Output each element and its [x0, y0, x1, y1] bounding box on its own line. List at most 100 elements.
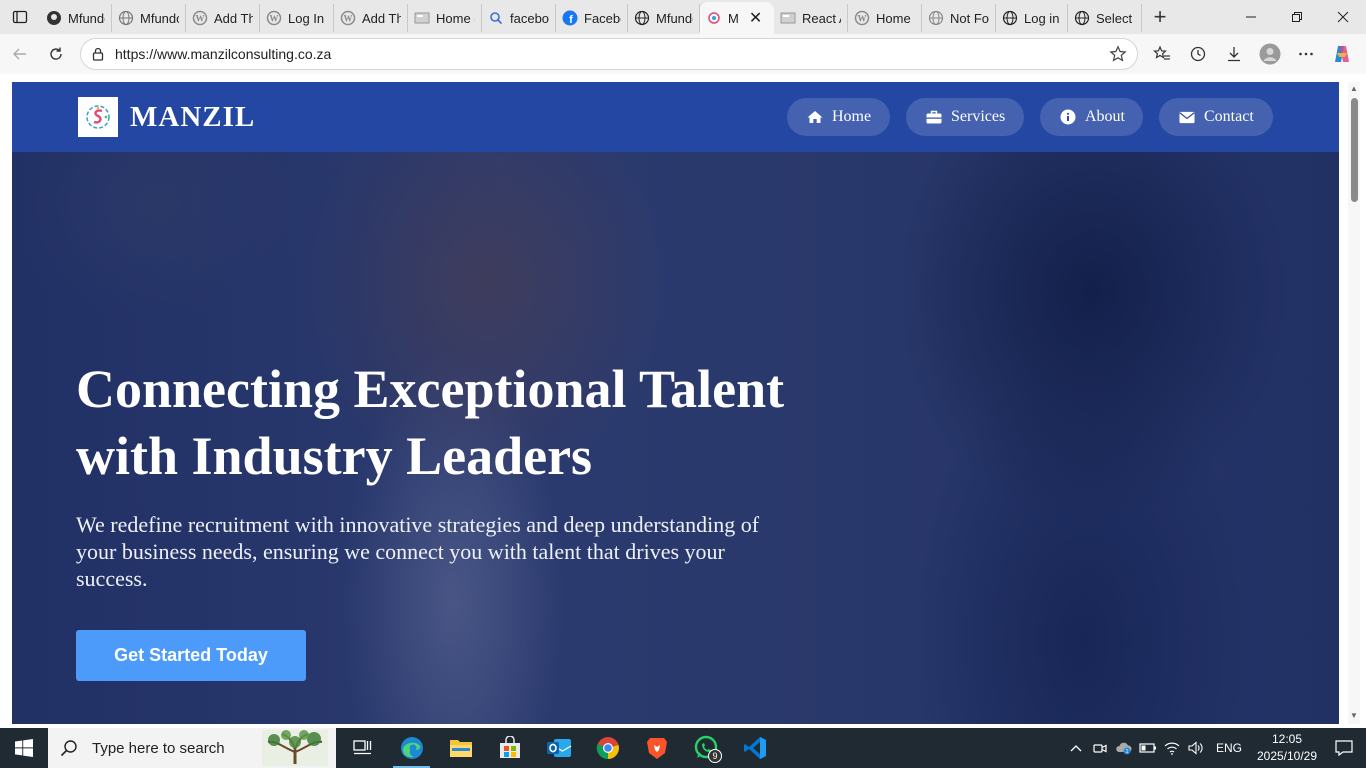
close-window-button[interactable]	[1320, 0, 1366, 34]
copilot-button[interactable]	[1324, 36, 1360, 72]
tab-actions-button[interactable]	[0, 0, 40, 34]
tab-0[interactable]: Mfundo	[40, 4, 112, 32]
browser-toolbar: https://www.manzilconsulting.co.za	[0, 34, 1366, 74]
system-tray: 1 ENG 12:05 2025/10/29	[1064, 728, 1366, 768]
meet-now-button[interactable]	[1088, 728, 1112, 768]
whatsapp-app[interactable]: 9	[681, 728, 730, 768]
refresh-button[interactable]	[38, 36, 74, 72]
nav-label: About	[1085, 108, 1125, 125]
clock-date: 2025/10/29	[1256, 749, 1318, 763]
wordpress-icon: W	[266, 10, 282, 26]
favorite-star-icon[interactable]	[1109, 45, 1127, 68]
tab-10[interactable]: React A	[774, 4, 848, 32]
back-button[interactable]	[2, 36, 38, 72]
outlook-app[interactable]	[534, 728, 583, 768]
settings-more-button[interactable]	[1288, 36, 1324, 72]
nav-contact[interactable]: Contact	[1159, 98, 1273, 136]
profile-button[interactable]	[1252, 36, 1288, 72]
svg-text:f: f	[569, 14, 573, 26]
store-app[interactable]	[485, 728, 534, 768]
lock-icon[interactable]	[91, 47, 105, 61]
tab-13[interactable]: Log in	[996, 4, 1068, 32]
svg-text:W: W	[270, 14, 279, 24]
notifications-button[interactable]	[1322, 728, 1366, 768]
scroll-thumb[interactable]	[1351, 98, 1358, 202]
site-logo[interactable]	[78, 97, 118, 137]
windows-taskbar: Type here to search 9 1 ENG 12:05 2025/1…	[0, 728, 1366, 768]
tab-label: Not Fo	[950, 10, 989, 26]
scroll-up-icon[interactable]: ▲	[1350, 84, 1358, 93]
tab-1[interactable]: Mfundo	[112, 4, 186, 32]
tab-12[interactable]: Not Fo	[922, 4, 996, 32]
download-icon	[1228, 47, 1240, 62]
nav-about[interactable]: About	[1040, 98, 1143, 136]
tab-3[interactable]: W Log In	[260, 4, 334, 32]
tab-label: Select c	[1096, 10, 1135, 26]
show-hidden-icons-button[interactable]	[1064, 728, 1088, 768]
downloads-button[interactable]	[1216, 36, 1252, 72]
tab-active[interactable]: M ✕	[700, 2, 774, 34]
globe-icon	[634, 10, 650, 26]
clock[interactable]: 12:05 2025/10/29	[1252, 731, 1322, 765]
nav-home[interactable]: Home	[787, 98, 890, 136]
svg-text:1: 1	[1126, 749, 1129, 755]
tab-label: facebo	[510, 10, 549, 26]
wifi-icon	[1164, 742, 1180, 755]
tab-8[interactable]: Mfundo	[628, 4, 700, 32]
history-icon	[1190, 46, 1206, 62]
restore-icon	[1292, 12, 1302, 22]
tab-11[interactable]: W Home	[848, 4, 922, 32]
page-icon	[414, 10, 430, 26]
brand-name[interactable]: MANZIL	[130, 101, 255, 134]
globe-icon	[928, 10, 944, 26]
address-bar[interactable]: https://www.manzilconsulting.co.za	[80, 38, 1138, 70]
brave-app[interactable]	[632, 728, 681, 768]
github-icon	[46, 10, 62, 26]
tab-14[interactable]: Select c	[1068, 4, 1142, 32]
vscode-icon	[743, 737, 766, 759]
file-explorer-app[interactable]	[436, 728, 485, 768]
battery-button[interactable]	[1136, 728, 1160, 768]
tab-label: Mfundo	[68, 10, 105, 26]
tab-4[interactable]: W Add Th	[334, 4, 408, 32]
tab-2[interactable]: W Add Th	[186, 4, 260, 32]
favorites-button[interactable]	[1144, 36, 1180, 72]
tab-5[interactable]: Home -	[408, 4, 482, 32]
tab-label: M	[728, 10, 739, 26]
taskbar-search[interactable]: Type here to search	[48, 728, 336, 768]
chrome-app[interactable]	[583, 728, 632, 768]
edge-app[interactable]	[387, 728, 436, 768]
language-indicator[interactable]: ENG	[1216, 741, 1242, 755]
minimize-button[interactable]	[1228, 0, 1274, 34]
nav-services[interactable]: Services	[906, 98, 1024, 136]
site-navbar: MANZIL Home Services About Contact	[12, 82, 1339, 152]
onedrive-button[interactable]: 1	[1112, 728, 1136, 768]
tab-label: Add Th	[362, 10, 401, 26]
new-tab-button[interactable]: +	[1142, 0, 1178, 34]
cloud-icon: 1	[1116, 742, 1132, 755]
windows-logo-icon	[15, 739, 33, 757]
history-button[interactable]	[1180, 36, 1216, 72]
favorites-icon	[1153, 45, 1170, 60]
tab-6[interactable]: facebo	[482, 4, 556, 32]
tab-label: Add Th	[214, 10, 253, 26]
close-tab-icon[interactable]: ✕	[749, 8, 762, 28]
globe-icon	[1002, 10, 1018, 26]
tab-strip: Mfundo Mfundo W Add Th W Log In W Add Th Ho…	[0, 0, 1366, 34]
task-view-button[interactable]	[338, 728, 387, 768]
briefcase-icon	[926, 109, 942, 125]
clock-time: 12:05	[1271, 732, 1303, 746]
volume-button[interactable]	[1184, 728, 1208, 768]
get-started-button[interactable]: Get Started Today	[76, 630, 306, 681]
tab-7[interactable]: f Facebo	[556, 4, 628, 32]
url-text[interactable]: https://www.manzilconsulting.co.za	[115, 46, 331, 62]
vscode-app[interactable]	[730, 728, 779, 768]
restore-button[interactable]	[1274, 0, 1320, 34]
tab-label: Mfundo	[140, 10, 179, 26]
taskbar-apps: 9	[338, 728, 779, 768]
scroll-down-icon[interactable]: ▼	[1350, 711, 1358, 720]
wifi-button[interactable]	[1160, 728, 1184, 768]
start-button[interactable]	[0, 728, 48, 768]
tab-label: Log In	[288, 10, 325, 26]
page-scrollbar[interactable]: ▲ ▼	[1348, 82, 1360, 724]
